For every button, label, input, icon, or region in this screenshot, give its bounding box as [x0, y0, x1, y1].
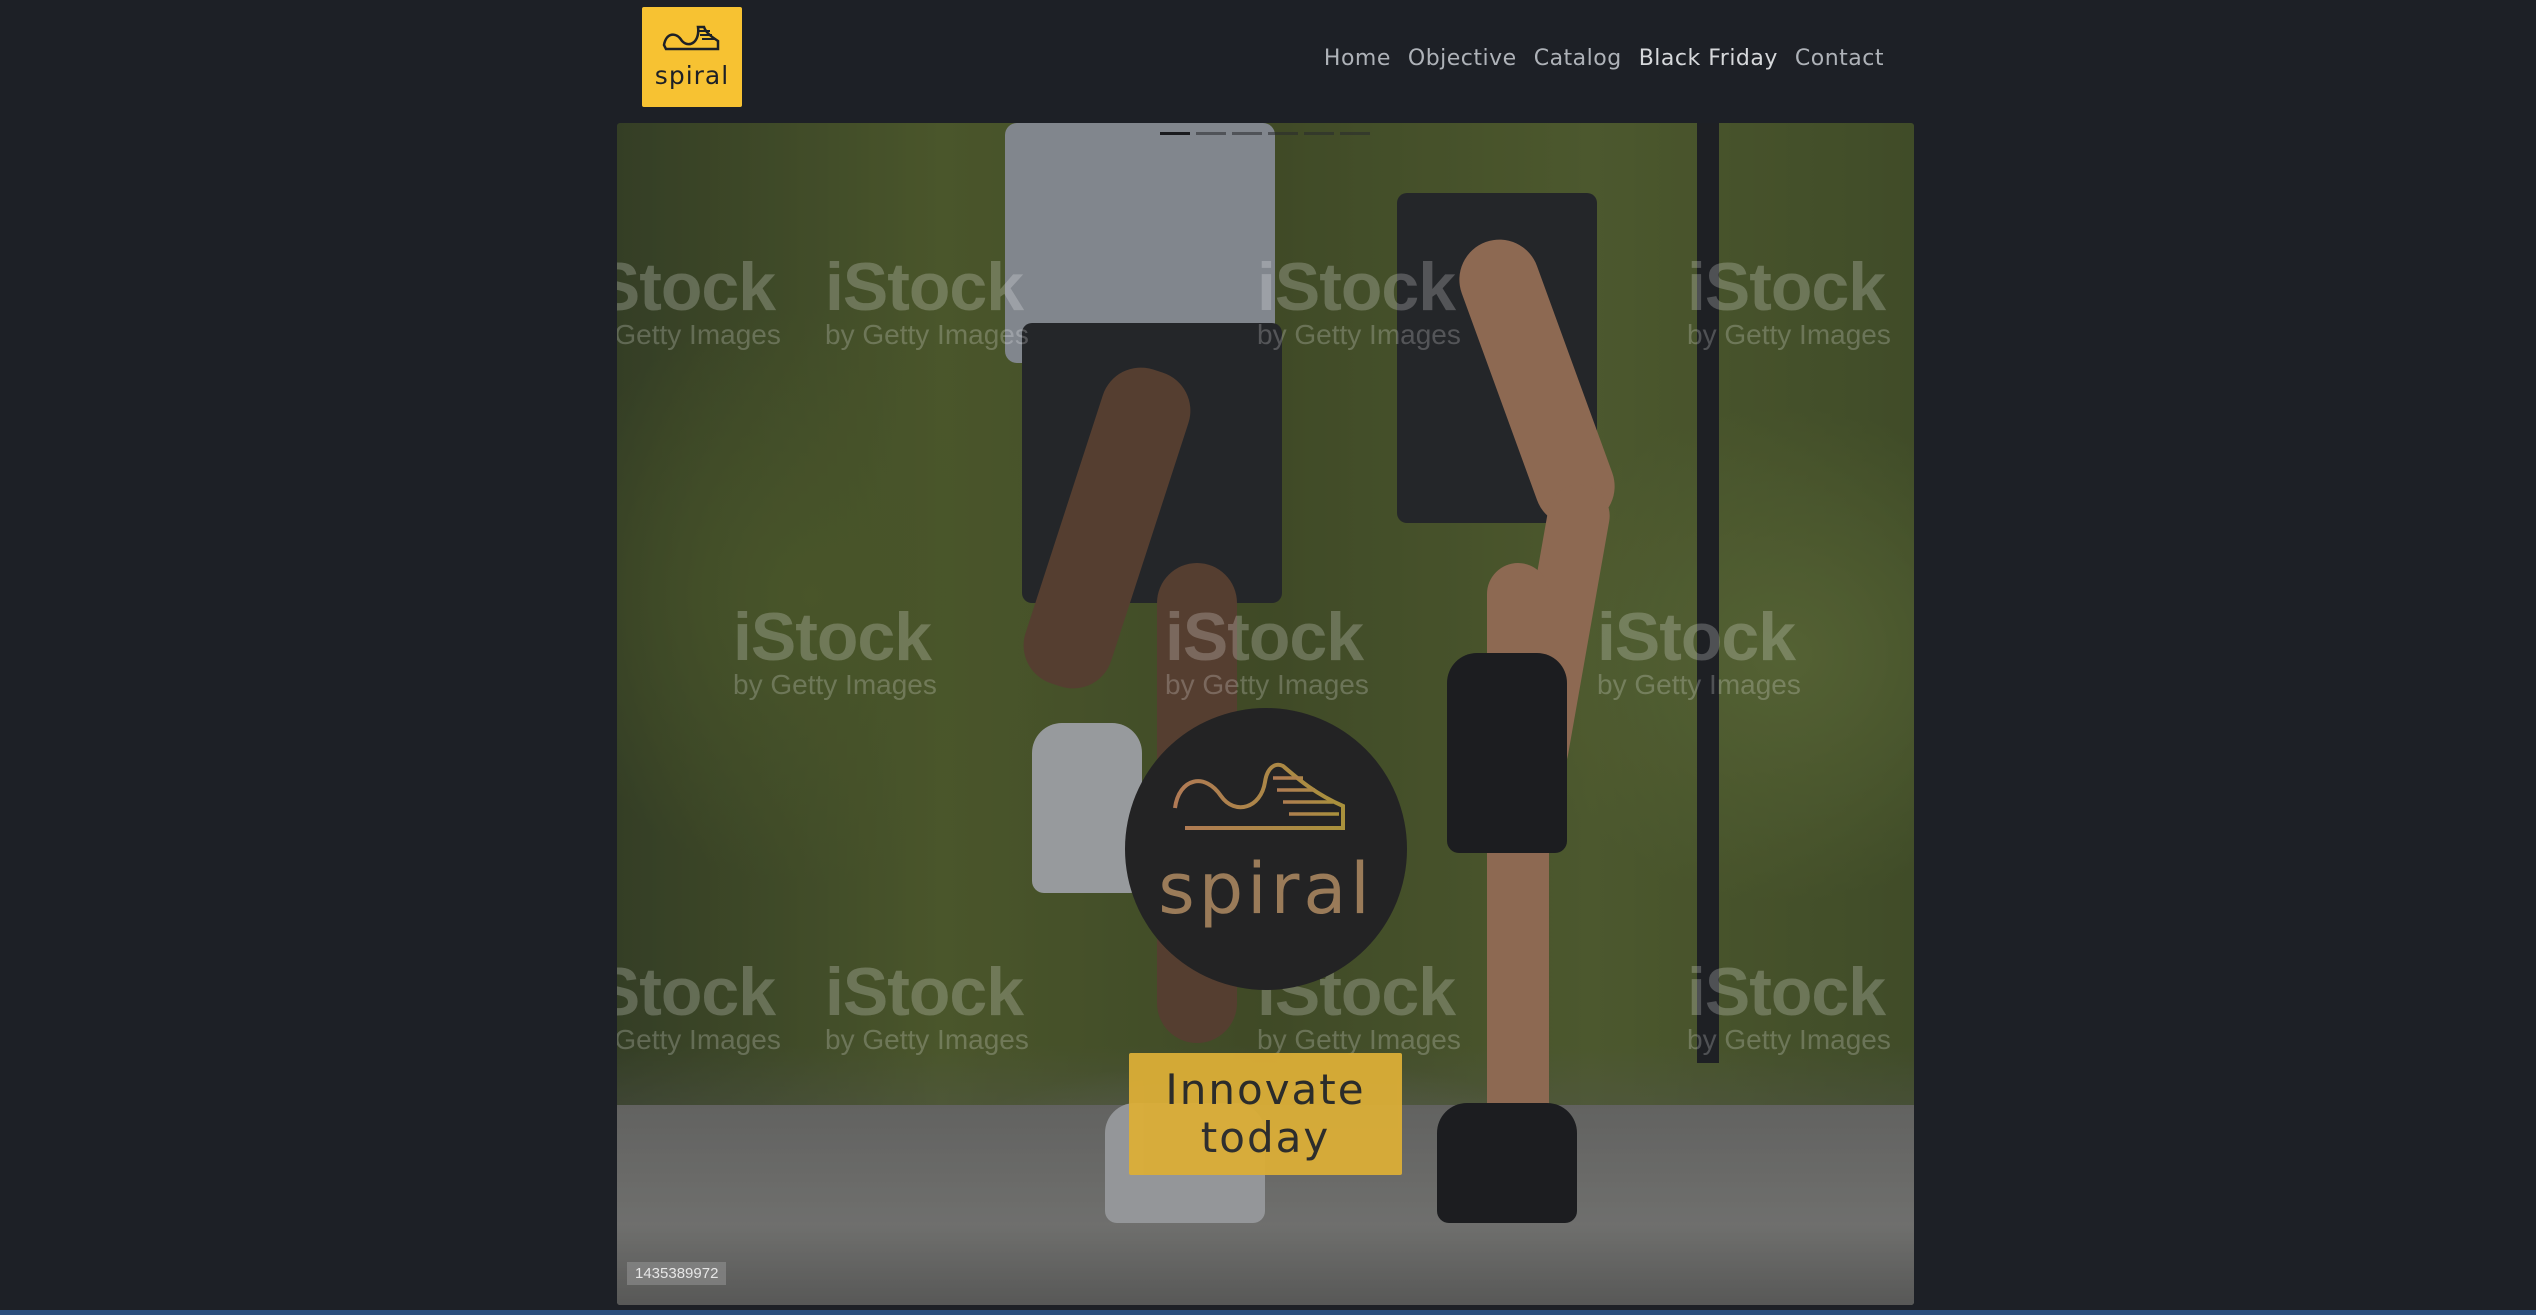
- stock-image-id: 1435389972: [627, 1262, 727, 1285]
- watermark: iStockby Getty Images: [1687, 249, 1891, 350]
- hero-carousel[interactable]: iStockby Getty Images iStockby Getty Ima…: [617, 123, 1914, 1305]
- carousel-indicators: [1160, 132, 1370, 135]
- innovate-today-button[interactable]: Innovate today: [1129, 1053, 1402, 1175]
- window-bottom-bar: [0, 1310, 2536, 1315]
- emblem-text: spiral: [1158, 848, 1374, 930]
- watermark: iStockby Getty Images: [825, 954, 1029, 1055]
- main-nav: Home Objective Catalog Black Friday Cont…: [1324, 46, 1884, 71]
- carousel-indicator[interactable]: [1196, 132, 1226, 135]
- watermark: iStockby Getty Images: [733, 599, 937, 700]
- carousel-indicator[interactable]: [1232, 132, 1262, 135]
- watermark: iStockby Getty Images: [617, 954, 781, 1055]
- watermark: iStockby Getty Images: [1257, 249, 1461, 350]
- watermark: iStockby Getty Images: [825, 249, 1029, 350]
- nav-contact[interactable]: Contact: [1795, 46, 1884, 71]
- logo-text: spiral: [654, 61, 730, 90]
- carousel-indicator[interactable]: [1340, 132, 1370, 135]
- brand-emblem: spiral: [1125, 708, 1407, 990]
- nav-home[interactable]: Home: [1324, 46, 1391, 71]
- nav-objective[interactable]: Objective: [1408, 46, 1517, 71]
- carousel-indicator[interactable]: [1304, 132, 1334, 135]
- watermark: iStockby Getty Images: [617, 249, 781, 350]
- page: spiral Home Objective Catalog Black Frid…: [0, 0, 2536, 1315]
- shoe-logo-icon: [1173, 762, 1345, 830]
- shoe-logo-icon: [662, 25, 720, 51]
- site-header: spiral Home Objective Catalog Black Frid…: [617, 0, 1914, 123]
- carousel-indicator[interactable]: [1160, 132, 1190, 135]
- logo[interactable]: spiral: [642, 7, 742, 107]
- carousel-indicator[interactable]: [1268, 132, 1298, 135]
- nav-catalog[interactable]: Catalog: [1534, 46, 1622, 71]
- watermark: iStockby Getty Images: [1687, 954, 1891, 1055]
- nav-black-friday[interactable]: Black Friday: [1639, 46, 1778, 71]
- watermark: iStockby Getty Images: [1165, 599, 1369, 700]
- watermark: iStockby Getty Images: [1597, 599, 1801, 700]
